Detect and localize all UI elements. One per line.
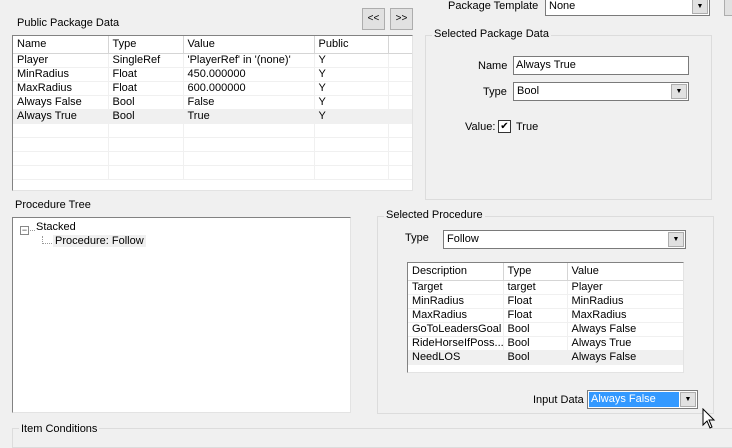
table-row[interactable]: Always True Bool True Y <box>13 109 412 124</box>
package-template-value: None <box>549 0 576 12</box>
chevron-down-icon[interactable]: ▼ <box>680 392 696 407</box>
column-header-public[interactable]: Public <box>314 36 389 54</box>
table-cell: True <box>183 109 315 124</box>
procedure-type-value: Follow <box>447 233 479 245</box>
table-row[interactable]: Always False Bool False Y <box>13 95 412 110</box>
table-cell: Bool <box>108 109 184 124</box>
name-field[interactable]: Always True <box>513 56 689 75</box>
table-cell: Float <box>108 81 184 96</box>
table-cell: Player <box>13 53 109 68</box>
procedure-type-combo[interactable]: Follow ▼ <box>443 230 686 249</box>
value-checkbox[interactable]: ✔ <box>498 120 511 133</box>
table-cell: Y <box>314 67 389 82</box>
column-header-value[interactable]: Value <box>183 36 315 54</box>
package-template-label: Package Template <box>448 0 539 12</box>
table-cell: SingleRef <box>108 53 184 68</box>
group-title: Selected Package Data <box>432 28 551 40</box>
table-cell: 'PlayerRef' in '(none)' <box>183 53 315 68</box>
input-data-combo[interactable]: Always False ▼ <box>587 390 698 409</box>
column-header-name[interactable]: Name <box>13 36 109 54</box>
template-edit-button[interactable] <box>724 0 732 16</box>
public-package-table[interactable]: Name Type Value Public Player SingleRef 'P… <box>12 35 413 191</box>
procedure-tree[interactable]: − Stacked Procedure: Follow <box>12 217 351 413</box>
group-title: Item Conditions <box>19 423 100 435</box>
package-template-combo[interactable]: None ▼ <box>545 0 710 16</box>
column-header-description[interactable]: Description <box>408 263 504 281</box>
table-cell: Always False <box>13 95 109 110</box>
empty-row <box>13 165 412 180</box>
collapse-icon[interactable]: − <box>20 226 29 235</box>
table-cell: Float <box>503 308 568 323</box>
table-cell: Bool <box>503 322 568 337</box>
name-label: Name <box>478 60 508 72</box>
mouse-cursor-icon <box>702 408 716 429</box>
type-value: Bool <box>517 85 540 97</box>
column-header-type[interactable]: Type <box>503 263 568 281</box>
table-row[interactable]: RideHorseIfPoss... Bool Always True <box>408 336 683 351</box>
table-cell: 450.000000 <box>183 67 315 82</box>
table-cell: Y <box>314 109 389 124</box>
table-cell: 600.000000 <box>183 81 315 96</box>
table-cell: Y <box>314 95 389 110</box>
type-label: Type <box>483 86 507 98</box>
table-cell: Y <box>314 53 389 68</box>
table-cell: Always False <box>567 350 683 365</box>
table-cell: Bool <box>108 95 184 110</box>
move-left-button[interactable]: << <box>362 8 385 30</box>
procedure-tree-label: Procedure Tree <box>15 199 91 211</box>
tree-node-procedure-follow[interactable]: Procedure: Follow <box>53 235 146 247</box>
table-row[interactable]: MinRadius Float MinRadius <box>408 294 683 309</box>
value-label: Value: <box>465 121 496 133</box>
value-text: True <box>516 121 539 133</box>
table-row[interactable]: Target target Player <box>408 280 683 295</box>
table-cell: Float <box>108 67 184 82</box>
table-cell: Player <box>567 280 683 295</box>
table-cell: Float <box>503 294 568 309</box>
table-cell: Bool <box>503 336 568 351</box>
procedure-type-label: Type <box>405 232 429 244</box>
table-cell: Y <box>314 81 389 96</box>
table-cell: False <box>183 95 315 110</box>
chevron-down-icon[interactable]: ▼ <box>668 232 684 247</box>
column-header-type[interactable]: Type <box>108 36 184 54</box>
table-row[interactable]: GoToLeadersGoal Bool Always False <box>408 322 683 337</box>
table-cell: Always False <box>567 322 683 337</box>
table-cell: Target <box>408 280 504 295</box>
table-cell: NeedLOS <box>408 350 504 365</box>
table-row[interactable]: MinRadius Float 450.000000 Y <box>13 67 412 82</box>
table-cell: GoToLeadersGoal <box>408 322 504 337</box>
empty-row <box>13 123 412 138</box>
tree-node-stacked[interactable]: Stacked <box>36 221 76 233</box>
empty-row <box>13 137 412 152</box>
move-right-button[interactable]: >> <box>390 8 413 30</box>
group-title: Selected Procedure <box>384 209 485 221</box>
table-row[interactable]: NeedLOS Bool Always False <box>408 350 683 365</box>
table-cell: MaxRadius <box>13 81 109 96</box>
table-cell: Always True <box>567 336 683 351</box>
chevron-down-icon[interactable]: ▼ <box>692 0 708 14</box>
chevron-down-icon[interactable]: ▼ <box>671 84 687 99</box>
input-data-label: Input Data <box>533 394 584 406</box>
table-cell: RideHorseIfPoss... <box>408 336 504 351</box>
table-row[interactable]: MaxRadius Float 600.000000 Y <box>13 81 412 96</box>
public-package-label: Public Package Data <box>17 17 120 29</box>
type-combo[interactable]: Bool ▼ <box>513 82 689 101</box>
table-row[interactable]: Player SingleRef 'PlayerRef' in '(none)' Y <box>13 53 412 68</box>
table-cell: MinRadius <box>567 294 683 309</box>
table-cell: target <box>503 280 568 295</box>
item-conditions-group: Item Conditions <box>12 423 732 448</box>
table-cell: MinRadius <box>408 294 504 309</box>
table-cell: MaxRadius <box>408 308 504 323</box>
table-cell: MaxRadius <box>567 308 683 323</box>
input-data-value: Always False <box>589 392 679 407</box>
procedure-input-table[interactable]: Description Type Value Target target Playe… <box>407 262 684 373</box>
table-cell: Always True <box>13 109 109 124</box>
table-cell: Bool <box>503 350 568 365</box>
table-row[interactable]: MaxRadius Float MaxRadius <box>408 308 683 323</box>
column-header-value[interactable]: Value <box>567 263 683 281</box>
empty-row <box>13 151 412 166</box>
table-cell: MinRadius <box>13 67 109 82</box>
